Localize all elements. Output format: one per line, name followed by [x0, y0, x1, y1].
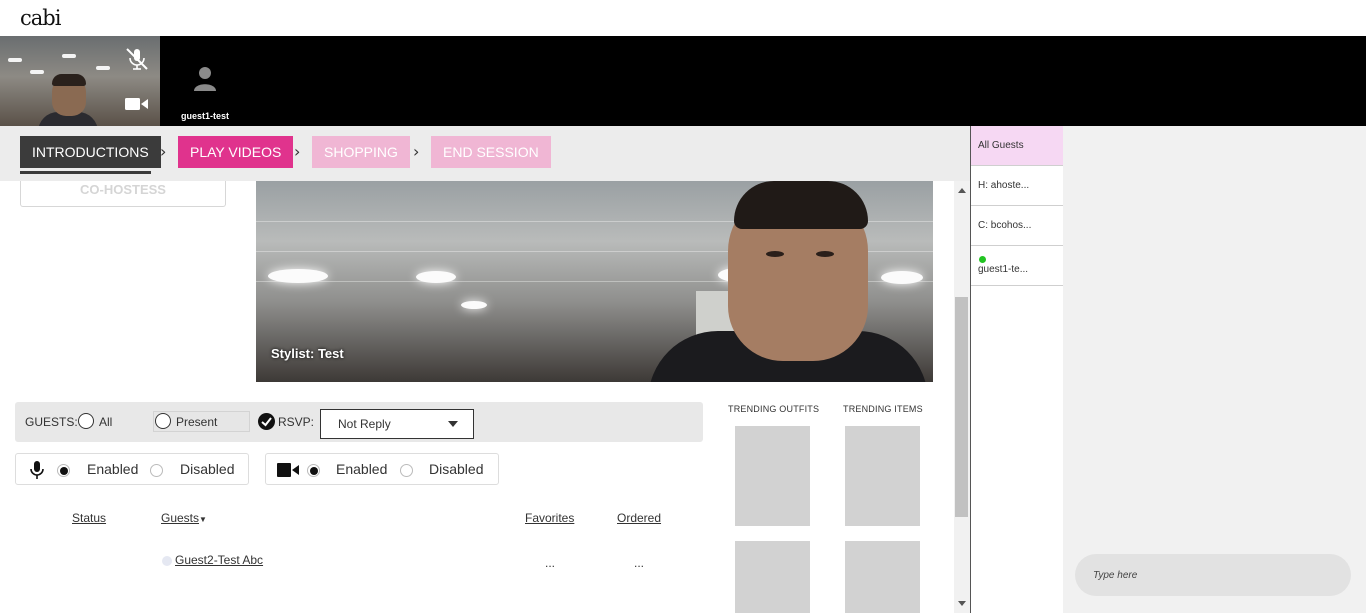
- ceiling-light: [30, 70, 44, 74]
- active-step-underline: [20, 171, 151, 174]
- rsvp-select[interactable]: Not Reply: [320, 409, 474, 439]
- audio-disabled-radio[interactable]: [150, 464, 163, 477]
- stylist-video[interactable]: Stylist: Test: [256, 181, 933, 382]
- ceiling-light: [881, 271, 923, 284]
- video-enabled-label: Enabled: [336, 461, 388, 477]
- audio-enabled-label: Enabled: [87, 461, 139, 477]
- video-toggle-group: Enabled Disabled: [265, 453, 499, 485]
- step-play-videos[interactable]: PLAY VIDEOS: [178, 136, 294, 168]
- cabi-logo[interactable]: cabi: [20, 6, 61, 30]
- person-eye: [766, 251, 784, 257]
- guest-status-dot: [162, 556, 172, 566]
- chat-panel: [1063, 126, 1366, 613]
- filter-all-label: All: [99, 415, 113, 429]
- session-steps-bar: INTRODUCTIONS › PLAY VIDEOS › SHOPPING ›…: [0, 126, 970, 181]
- guest-favorites: ...: [545, 556, 556, 570]
- ceiling-light: [461, 301, 487, 309]
- guests-label: GUESTS:: [25, 415, 78, 429]
- checkmark-icon: [261, 417, 272, 427]
- guest-video-tile[interactable]: guest1-test: [160, 36, 250, 126]
- video-camera-icon: [277, 463, 299, 477]
- audio-toggle-group: Enabled Disabled: [15, 453, 249, 485]
- sort-caret-icon: ▼: [199, 515, 207, 524]
- chat-tab-cohost[interactable]: C: bcohos...: [971, 206, 1063, 246]
- chat-guest-list: All Guests H: ahoste... C: bcohos... gue…: [971, 126, 1063, 613]
- video-disabled-label: Disabled: [429, 461, 484, 477]
- header-bar: cabi: [0, 0, 1366, 36]
- step-introductions[interactable]: INTRODUCTIONS: [20, 136, 161, 168]
- filter-present-label: Present: [176, 415, 218, 429]
- person-eye: [816, 251, 834, 257]
- ceiling-light: [96, 66, 110, 70]
- audio-disabled-label: Disabled: [180, 461, 235, 477]
- scroll-down-arrow-icon[interactable]: [958, 601, 966, 606]
- guest-filter-bar: GUESTS: All Present RSVP: Not Reply: [15, 402, 703, 442]
- chevron-right-icon: ›: [294, 142, 301, 161]
- user-avatar-icon: [194, 67, 216, 91]
- trending-items-title: TRENDING ITEMS: [843, 404, 923, 414]
- ceiling-light: [62, 54, 76, 58]
- trending-outfit-thumbnail[interactable]: [735, 541, 810, 613]
- step-shopping[interactable]: SHOPPING: [312, 136, 410, 168]
- person-hair: [52, 74, 86, 86]
- scrollbar-thumb[interactable]: [955, 297, 968, 517]
- microphone-icon: [30, 461, 44, 479]
- column-header-favorites[interactable]: Favorites: [525, 511, 574, 525]
- chat-tab-host[interactable]: H: ahoste...: [971, 166, 1063, 206]
- filter-all-radio[interactable]: [78, 413, 94, 429]
- step-end-session[interactable]: END SESSION: [431, 136, 551, 168]
- chevron-right-icon: ›: [413, 142, 420, 161]
- online-status-dot: [979, 256, 986, 263]
- guest-ordered: ...: [634, 556, 645, 570]
- mic-off-icon[interactable]: [124, 46, 150, 72]
- chevron-right-icon: ›: [160, 142, 167, 161]
- column-header-guests-label: Guests: [161, 511, 200, 525]
- chat-tab-all-guests[interactable]: All Guests: [971, 126, 1063, 166]
- column-header-status[interactable]: Status: [72, 511, 106, 525]
- rsvp-selected-value: Not Reply: [338, 417, 391, 431]
- chat-message-input[interactable]: [1075, 554, 1351, 596]
- audio-enabled-radio[interactable]: [57, 464, 70, 477]
- ceiling-light: [8, 58, 22, 62]
- rsvp-label: RSVP:: [278, 415, 315, 429]
- filter-present-radio[interactable]: [155, 413, 171, 429]
- chat-tab-guest1[interactable]: guest1-te...: [971, 246, 1063, 286]
- chat-tab-guest1-label: guest1-te...: [978, 264, 1029, 275]
- guest-tile-name: guest1-test: [180, 111, 229, 121]
- dropdown-caret-icon: [448, 421, 458, 427]
- main-content: CO-HOSTESS Stylist: Test GUESTS: All Pre…: [0, 181, 954, 613]
- co-hostess-button[interactable]: CO-HOSTESS: [20, 181, 226, 207]
- person-hair: [734, 181, 868, 229]
- trending-outfits-title: TRENDING OUTFITS: [728, 404, 820, 414]
- ceiling-light: [416, 271, 456, 283]
- trending-item-thumbnail[interactable]: [845, 541, 920, 613]
- video-enabled-radio[interactable]: [307, 464, 320, 477]
- video-strip: guest1-test: [0, 36, 1366, 126]
- video-disabled-radio[interactable]: [400, 464, 413, 477]
- scroll-up-arrow-icon[interactable]: [958, 188, 966, 193]
- self-video-tile[interactable]: [0, 36, 160, 126]
- column-header-ordered[interactable]: Ordered: [617, 511, 661, 525]
- main-scrollbar[interactable]: [954, 181, 970, 613]
- stylist-label: Stylist: Test: [271, 346, 344, 361]
- guest-name-link[interactable]: Guest2-Test Abc: [175, 553, 263, 567]
- video-camera-icon[interactable]: [124, 94, 150, 114]
- trending-item-thumbnail[interactable]: [845, 426, 920, 526]
- column-header-guests[interactable]: Guests▼: [161, 511, 207, 525]
- rsvp-checkbox[interactable]: [258, 413, 275, 430]
- ceiling-light: [268, 269, 328, 283]
- trending-outfit-thumbnail[interactable]: [735, 426, 810, 526]
